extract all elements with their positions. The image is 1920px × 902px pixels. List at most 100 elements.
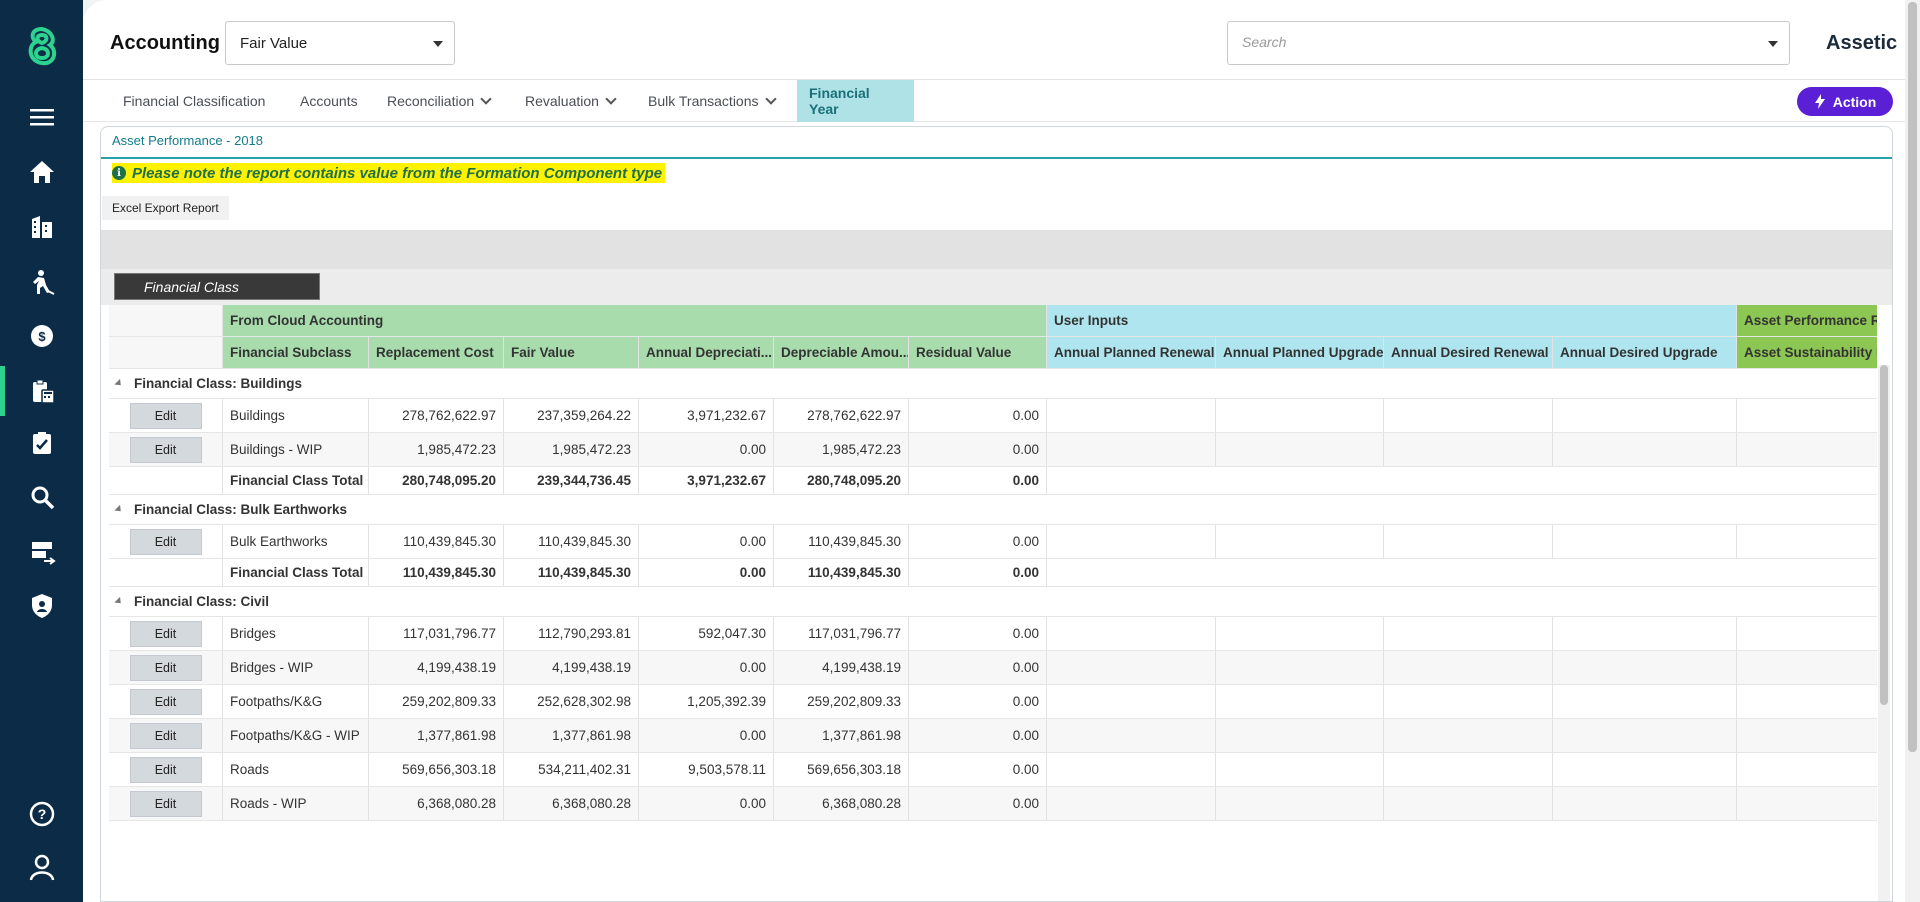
column-header[interactable]: Financial Subclass bbox=[223, 337, 369, 368]
search-box[interactable] bbox=[1227, 21, 1790, 65]
scrollbar-thumb[interactable] bbox=[1880, 365, 1888, 705]
column-header[interactable]: Fair Value bbox=[504, 337, 639, 368]
total-filler bbox=[1047, 559, 1877, 586]
table-cell: 1,985,472.23 bbox=[369, 433, 504, 466]
column-header[interactable]: Annual Planned Renewal bbox=[1047, 337, 1216, 368]
group-row[interactable]: Financial Class: Bulk Earthworks bbox=[109, 495, 1877, 525]
chevron-down-icon[interactable] bbox=[1768, 41, 1778, 47]
chevron-down-icon bbox=[764, 92, 777, 105]
tab-reconciliation[interactable]: Reconciliation bbox=[375, 80, 502, 122]
user-icon[interactable] bbox=[22, 847, 62, 887]
table-cell: 4,199,438.19 bbox=[369, 651, 504, 684]
table-cell: 259,202,809.33 bbox=[369, 685, 504, 718]
edit-cell[interactable]: Edit bbox=[109, 525, 223, 558]
table-cell bbox=[1047, 651, 1216, 684]
total-cell: 280,748,095.20 bbox=[774, 467, 909, 494]
report-grid: From Cloud Accounting User Inputs Asset … bbox=[109, 305, 1877, 901]
table-cell: 259,202,809.33 bbox=[774, 685, 909, 718]
column-header[interactable]: Asset Sustainability Rat... bbox=[1737, 337, 1877, 368]
group-by-chip[interactable]: Financial Class bbox=[114, 273, 320, 300]
worker-icon[interactable] bbox=[22, 262, 62, 302]
data-exchange-icon[interactable] bbox=[22, 532, 62, 572]
page-scrollbar[interactable] bbox=[1905, 0, 1920, 902]
tab-financial-year[interactable]: Financial Year bbox=[797, 80, 914, 122]
assessment-icon[interactable] bbox=[22, 423, 62, 463]
edit-cell[interactable]: Edit bbox=[109, 617, 223, 650]
scrollbar-thumb[interactable] bbox=[1908, 2, 1917, 752]
group-row[interactable]: Financial Class: Buildings bbox=[109, 369, 1877, 399]
tab-revaluation[interactable]: Revaluation bbox=[513, 80, 627, 122]
column-header[interactable]: Annual Desired Renewal bbox=[1384, 337, 1553, 368]
collapse-triangle-icon[interactable] bbox=[114, 596, 124, 607]
edit-cell[interactable]: Edit bbox=[109, 787, 223, 820]
collapse-triangle-icon[interactable] bbox=[114, 378, 124, 389]
edit-button[interactable]: Edit bbox=[129, 402, 202, 429]
edit-button[interactable]: Edit bbox=[129, 688, 202, 715]
menu-icon[interactable] bbox=[22, 97, 62, 137]
table-cell bbox=[1553, 617, 1737, 650]
column-header[interactable]: Residual Value bbox=[909, 337, 1047, 368]
edit-cell[interactable]: Edit bbox=[109, 433, 223, 466]
table-cell: 117,031,796.77 bbox=[774, 617, 909, 650]
report-panel: Asset Performance - 2018 i Please note t… bbox=[100, 126, 1893, 902]
table-cell bbox=[1384, 399, 1553, 432]
header-group-cloud: From Cloud Accounting bbox=[223, 305, 1047, 336]
edit-button[interactable]: Edit bbox=[129, 790, 202, 817]
edit-button[interactable]: Edit bbox=[129, 756, 202, 783]
excel-export-button[interactable]: Excel Export Report bbox=[102, 196, 229, 220]
search-input[interactable] bbox=[1242, 34, 1742, 50]
column-header[interactable]: Replacement Cost bbox=[369, 337, 504, 368]
home-icon[interactable] bbox=[22, 152, 62, 192]
edit-cell[interactable]: Edit bbox=[109, 685, 223, 718]
table-cell: 0.00 bbox=[909, 787, 1047, 820]
table-cell bbox=[1216, 685, 1384, 718]
search-icon[interactable] bbox=[22, 477, 62, 517]
tab-label: Financial Classification bbox=[123, 93, 266, 109]
report-note: i Please note the report contains value … bbox=[112, 163, 666, 183]
edit-button[interactable]: Edit bbox=[129, 436, 202, 463]
buildings-icon[interactable] bbox=[22, 207, 62, 247]
edit-cell[interactable]: Edit bbox=[109, 753, 223, 786]
table-cell: Bulk Earthworks bbox=[223, 525, 369, 558]
edit-cell[interactable]: Edit bbox=[109, 719, 223, 752]
column-header[interactable]: Depreciable Amou... bbox=[774, 337, 909, 368]
help-icon[interactable]: ? bbox=[22, 794, 62, 834]
group-total-row: Financial Class Total 280,748,095.20 239,3… bbox=[109, 467, 1877, 495]
table-cell: 6,368,080.28 bbox=[504, 787, 639, 820]
tab-bulk-transactions[interactable]: Bulk Transactions bbox=[636, 80, 787, 122]
collapse-triangle-icon[interactable] bbox=[114, 504, 124, 515]
edit-button[interactable]: Edit bbox=[129, 654, 202, 681]
action-label: Action bbox=[1832, 93, 1877, 110]
edit-button[interactable]: Edit bbox=[129, 722, 202, 749]
table-cell: 569,656,303.18 bbox=[774, 753, 909, 786]
table-cell bbox=[1047, 433, 1216, 466]
module-select[interactable]: Fair Value bbox=[225, 21, 455, 65]
header-corner bbox=[109, 305, 223, 336]
group-row[interactable]: Financial Class: Civil bbox=[109, 587, 1877, 617]
table-cell bbox=[1384, 617, 1553, 650]
action-button[interactable]: Action bbox=[1797, 87, 1893, 116]
tab-accounts[interactable]: Accounts bbox=[288, 80, 370, 122]
total-cell bbox=[109, 467, 223, 494]
column-header[interactable]: Annual Desired Upgrade bbox=[1553, 337, 1737, 368]
edit-cell[interactable]: Edit bbox=[109, 651, 223, 684]
accounting-icon[interactable] bbox=[22, 371, 62, 411]
grid-scrollbar[interactable] bbox=[1878, 365, 1890, 901]
security-icon[interactable] bbox=[22, 586, 62, 626]
tab-label: Revaluation bbox=[525, 93, 599, 109]
edit-cell[interactable]: Edit bbox=[109, 399, 223, 432]
table-cell: 0.00 bbox=[909, 753, 1047, 786]
tab-financial-classification[interactable]: Financial Classification bbox=[111, 80, 277, 122]
table-cell bbox=[1384, 685, 1553, 718]
edit-button[interactable]: Edit bbox=[129, 528, 202, 555]
logo-icon[interactable] bbox=[22, 25, 62, 71]
edit-button[interactable]: Edit bbox=[129, 620, 202, 647]
table-cell: 1,377,861.98 bbox=[504, 719, 639, 752]
total-cell bbox=[109, 559, 223, 586]
table-cell bbox=[1553, 651, 1737, 684]
column-header[interactable]: Annual Planned Upgrade bbox=[1216, 337, 1384, 368]
column-header[interactable]: Annual Depreciati... bbox=[639, 337, 774, 368]
table-cell: 0.00 bbox=[639, 787, 774, 820]
table-cell: 6,368,080.28 bbox=[774, 787, 909, 820]
finance-icon[interactable]: $ bbox=[22, 316, 62, 356]
